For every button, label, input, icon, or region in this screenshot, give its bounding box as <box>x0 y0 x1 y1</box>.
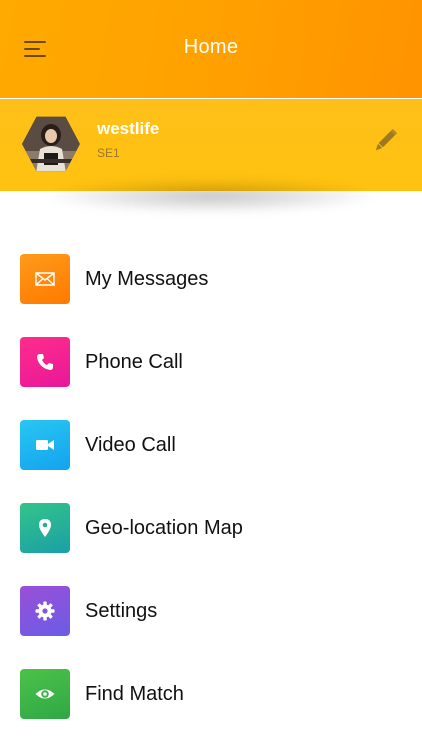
gear-icon <box>20 586 70 636</box>
phone-icon <box>20 337 70 387</box>
menu-item-label: Find Match <box>85 683 184 705</box>
menu-item-label: Settings <box>85 600 158 622</box>
menu-item-video-call[interactable]: Video Call <box>0 404 422 470</box>
menu-item-phone-call[interactable]: Phone Call <box>0 321 422 387</box>
menu-item-label: Phone Call <box>85 351 183 373</box>
menu-item-geo-location-map[interactable]: Geo-location Map <box>0 487 422 553</box>
menu-item-my-messages[interactable]: My Messages <box>0 238 422 304</box>
video-camera-icon <box>20 420 70 470</box>
pencil-icon[interactable] <box>370 126 400 156</box>
menu-item-settings[interactable]: Settings <box>0 570 422 636</box>
map-pin-icon <box>20 503 70 553</box>
page-title: Home <box>183 36 239 58</box>
profile-banner-shadow <box>40 178 382 214</box>
profile-name: westlife <box>97 119 160 138</box>
eye-icon <box>20 669 70 719</box>
menu-item-label: My Messages <box>85 268 209 290</box>
envelope-icon <box>20 254 70 304</box>
menu-item-label: Geo-location Map <box>85 517 243 539</box>
menu-item-find-match[interactable]: Find Match <box>0 653 422 719</box>
profile-subtitle: SE1 <box>97 146 120 160</box>
menu-item-label: Video Call <box>85 434 176 456</box>
app-header: Home <box>0 0 422 98</box>
